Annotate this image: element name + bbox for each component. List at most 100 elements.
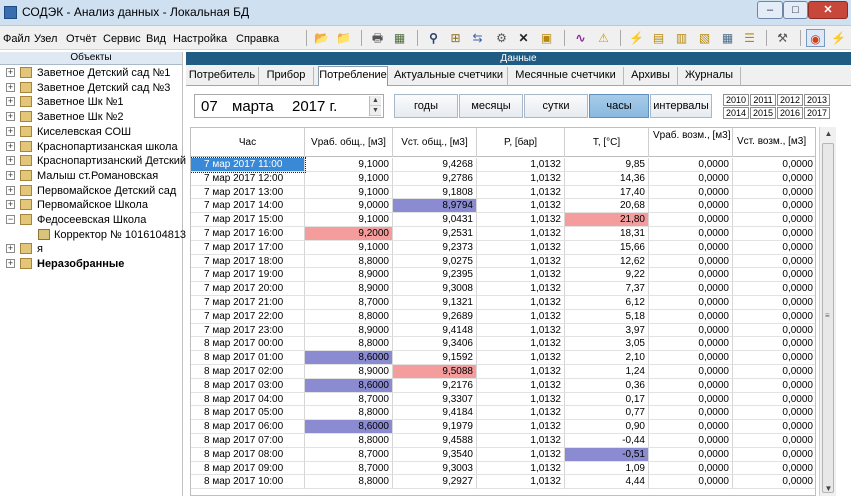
value-cell[interactable]: 2,10 <box>565 351 649 365</box>
table-row[interactable]: 8 мар 2017 10:00 8,8000 9,2927 1,0132 4,44 0,… <box>191 475 815 490</box>
column-header[interactable]: Vраб. общ., [м3] <box>305 128 393 157</box>
menu-help[interactable]: Справка <box>236 33 279 45</box>
value-cell[interactable]: 0,0000 <box>733 255 815 269</box>
value-cell[interactable]: 9,2927 <box>393 475 477 490</box>
list-settings-icon[interactable]: ☰ <box>740 29 759 47</box>
spin-up-icon[interactable]: ▲ <box>370 96 381 106</box>
value-cell[interactable]: 0,0000 <box>733 324 815 338</box>
value-cell[interactable]: 8,7000 <box>305 447 393 462</box>
folder-export-icon[interactable]: 📁 <box>334 29 353 47</box>
tree-item[interactable]: Корректор № 1016104813 <box>0 228 186 242</box>
time-cell[interactable]: 8 мар 2017 10:00 <box>191 475 305 490</box>
expand-icon[interactable]: + <box>6 126 15 136</box>
tree-item[interactable]: + Заветное Детский сад №3 <box>0 81 183 95</box>
value-cell[interactable]: 1,0132 <box>477 185 565 200</box>
delete-icon[interactable]: ✕ <box>514 29 533 47</box>
value-cell[interactable]: 1,0132 <box>477 475 565 490</box>
table-row[interactable]: 7 мар 2017 12:00 9,1000 9,2786 1,0132 14,36 0… <box>191 171 815 186</box>
value-cell[interactable]: 0,36 <box>565 378 649 393</box>
value-cell[interactable]: 8,8000 <box>305 309 393 324</box>
value-cell[interactable]: 9,1808 <box>393 185 477 200</box>
table-row[interactable]: 7 мар 2017 17:00 9,1000 9,2373 1,0132 15,66 0… <box>191 240 815 255</box>
time-cell[interactable]: 8 мар 2017 06:00 <box>191 420 305 434</box>
value-cell[interactable]: 9,1592 <box>393 351 477 365</box>
properties-icon[interactable]: ▣ <box>537 29 556 47</box>
value-cell[interactable]: 0,0000 <box>733 379 815 393</box>
time-cell[interactable]: 8 мар 2017 02:00 <box>191 365 305 379</box>
warning-icon[interactable]: ⚠ <box>594 29 613 47</box>
value-cell[interactable]: 9,1000 <box>305 185 393 200</box>
table-row[interactable]: 7 мар 2017 19:00 8,9000 9,2395 1,0132 9,22 0,… <box>191 268 815 283</box>
value-cell[interactable]: 1,0132 <box>477 406 565 421</box>
value-cell[interactable]: 3,05 <box>565 337 649 352</box>
value-cell[interactable]: 0,0000 <box>649 282 733 296</box>
value-cell[interactable]: 8,9794 <box>393 199 477 214</box>
value-cell[interactable]: 9,2689 <box>393 309 477 324</box>
scroll-up-icon[interactable]: ▲ <box>820 127 837 141</box>
value-cell[interactable]: 0,0000 <box>649 309 733 324</box>
expand-icon[interactable]: + <box>6 244 15 254</box>
value-cell[interactable]: 0,0000 <box>649 420 733 434</box>
value-cell[interactable]: 0,0000 <box>649 434 733 448</box>
value-cell[interactable]: 0,0000 <box>649 406 733 421</box>
column-header[interactable]: Vраб. возм., [м3] <box>649 128 733 157</box>
tab-journals[interactable]: Журналы <box>678 67 741 86</box>
value-cell[interactable]: 0,0000 <box>649 199 733 214</box>
value-cell[interactable]: 1,0132 <box>477 309 565 324</box>
tab-monthly-counters[interactable]: Месячные счетчики <box>508 67 624 86</box>
table-row[interactable]: 7 мар 2017 21:00 8,7000 9,1321 1,0132 6,12 0,… <box>191 296 815 310</box>
value-cell[interactable]: 1,0132 <box>477 268 565 283</box>
value-cell[interactable]: 12,62 <box>565 254 649 269</box>
table-row[interactable]: 8 мар 2017 00:00 8,8000 9,3406 1,0132 3,05 0,… <box>191 337 815 352</box>
chart-icon[interactable]: ∿ <box>571 29 590 47</box>
binoculars-icon[interactable]: ⚲ <box>424 29 443 47</box>
value-cell[interactable]: 9,1321 <box>393 296 477 310</box>
scroll-thumb[interactable]: ≡ <box>822 143 834 493</box>
table-row[interactable]: 8 мар 2017 05:00 8,8000 9,4184 1,0132 0,77 0,… <box>191 406 815 421</box>
time-cell[interactable]: 7 мар 2017 17:00 <box>191 240 305 255</box>
value-cell[interactable]: 1,0132 <box>477 158 565 172</box>
date-day[interactable]: 07 <box>201 98 218 115</box>
value-cell[interactable]: 9,0275 <box>393 254 477 269</box>
date-month[interactable]: марта <box>232 98 274 115</box>
year-2011-button[interactable]: 2011 <box>750 94 776 106</box>
tab-consumption[interactable]: Потребление <box>318 66 388 87</box>
maximize-button[interactable]: □ <box>783 1 808 19</box>
value-cell[interactable]: 0,0000 <box>649 171 733 186</box>
tree-item[interactable]: + Первомайское Детский сад <box>0 184 183 198</box>
table-row[interactable]: 8 мар 2017 03:00 8,6000 9,2176 1,0132 0,36 0,… <box>191 378 815 393</box>
value-cell[interactable]: 1,0132 <box>477 447 565 462</box>
value-cell[interactable]: 4,44 <box>565 475 649 490</box>
date-picker[interactable]: 07 марта 2017 г. ▲ ▼ <box>194 94 384 118</box>
date-spinner[interactable]: ▲ ▼ <box>369 96 381 116</box>
expand-icon[interactable]: + <box>6 156 15 166</box>
time-cell[interactable]: 7 мар 2017 13:00 <box>191 185 305 200</box>
expand-icon[interactable]: + <box>6 141 15 151</box>
value-cell[interactable]: 9,3540 <box>393 447 477 462</box>
value-cell[interactable]: 0,0000 <box>649 185 733 200</box>
value-cell[interactable]: 0,0000 <box>733 365 815 379</box>
time-cell[interactable]: 8 мар 2017 01:00 <box>191 351 305 365</box>
value-cell[interactable]: 0,0000 <box>733 475 815 490</box>
year-2010-button[interactable]: 2010 <box>723 94 749 106</box>
value-cell[interactable]: 1,0132 <box>477 434 565 448</box>
value-cell[interactable]: 9,85 <box>565 158 649 172</box>
value-cell[interactable]: 0,0000 <box>733 227 815 241</box>
tab-actual-counters[interactable]: Актуальные счетчики <box>390 67 508 86</box>
value-cell[interactable]: 9,3008 <box>393 282 477 296</box>
table-row[interactable]: 7 мар 2017 11:00 9,1000 9,4268 1,0132 9,85 0,… <box>191 157 815 173</box>
value-cell[interactable]: 9,4184 <box>393 406 477 421</box>
value-cell[interactable]: 0,0000 <box>649 392 733 407</box>
value-cell[interactable]: 0,0000 <box>649 447 733 462</box>
value-cell[interactable]: 9,3307 <box>393 392 477 407</box>
value-cell[interactable]: 18,31 <box>565 227 649 241</box>
year-2012-button[interactable]: 2012 <box>777 94 803 106</box>
value-cell[interactable]: 0,0000 <box>733 172 815 186</box>
value-cell[interactable]: 0,0000 <box>733 282 815 296</box>
value-cell[interactable]: 0,0000 <box>649 268 733 283</box>
date-year[interactable]: 2017 г. <box>292 98 337 115</box>
menu-view[interactable]: Вид <box>146 33 166 45</box>
value-cell[interactable]: 1,0132 <box>477 323 565 338</box>
value-cell[interactable]: 9,4588 <box>393 434 477 448</box>
time-cell[interactable]: 8 мар 2017 07:00 <box>191 434 305 448</box>
